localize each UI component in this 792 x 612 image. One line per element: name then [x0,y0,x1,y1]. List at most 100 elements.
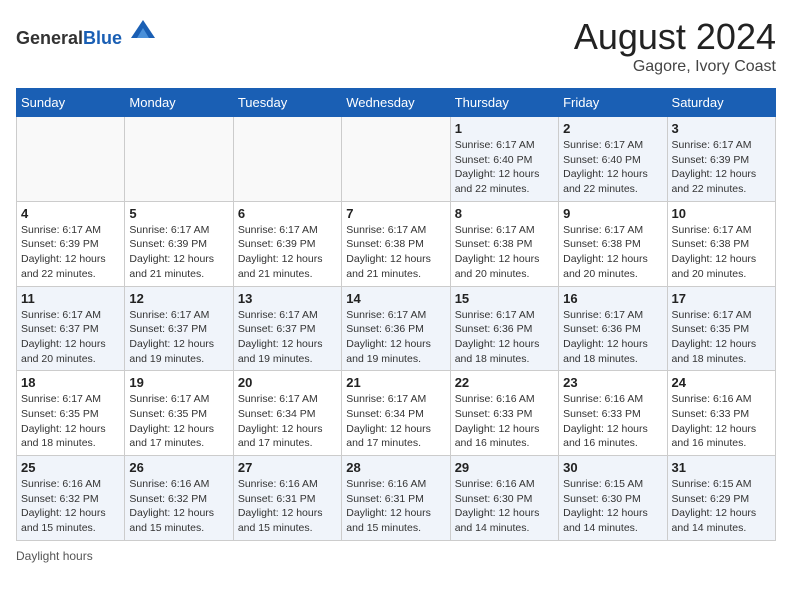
month-year: August 2024 [574,16,776,58]
day-info: Sunrise: 6:17 AM Sunset: 6:40 PM Dayligh… [455,138,554,197]
day-number: 11 [21,291,120,306]
day-info: Sunrise: 6:17 AM Sunset: 6:39 PM Dayligh… [21,223,120,282]
calendar-cell: 8Sunrise: 6:17 AM Sunset: 6:38 PM Daylig… [450,201,558,286]
calendar-cell: 31 Sunrise: 6:15 AM Sunset: 6:29 PM Dayli… [667,456,775,541]
calendar-cell: 9 Sunrise: 6:17 AM Sunset: 6:38 PM Daylig… [559,201,667,286]
day-number: 12 [129,291,228,306]
calendar-cell [233,117,341,202]
day-info: Sunrise: 6:16 AM Sunset: 6:31 PM Dayligh… [346,477,445,536]
day-number: 7 [346,206,445,221]
calendar-cell: 15 Sunrise: 6:17 AM Sunset: 6:36 PM Dayli… [450,286,558,371]
calendar-cell: 27 Sunrise: 6:16 AM Sunset: 6:31 PM Dayli… [233,456,341,541]
day-info: Sunrise: 6:17 AM Sunset: 6:40 PM Dayligh… [563,138,662,197]
calendar-cell: 28 Sunrise: 6:16 AM Sunset: 6:31 PM Dayli… [342,456,450,541]
day-info: Sunrise: 6:17 AM Sunset: 6:34 PM Dayligh… [346,392,445,451]
day-number: 19 [129,375,228,390]
day-header-sunday: Sunday [17,89,125,117]
day-number: 28 [346,460,445,475]
calendar-week-row: 11 Sunrise: 6:17 AM Sunset: 6:37 PM Dayli… [17,286,776,371]
day-number: 20 [238,375,337,390]
calendar-cell: 24Sunrise: 6:16 AM Sunset: 6:33 PM Dayli… [667,371,775,456]
day-number: 21 [346,375,445,390]
day-number: 29 [455,460,554,475]
day-number: 9 [563,206,662,221]
calendar-cell: 2 Sunrise: 6:17 AM Sunset: 6:40 PM Daylig… [559,117,667,202]
day-info: Sunrise: 6:17 AM Sunset: 6:35 PM Dayligh… [21,392,120,451]
day-number: 27 [238,460,337,475]
day-header-friday: Friday [559,89,667,117]
calendar-cell: 4 Sunrise: 6:17 AM Sunset: 6:39 PM Daylig… [17,201,125,286]
calendar-week-row: 25Sunrise: 6:16 AM Sunset: 6:32 PM Dayli… [17,456,776,541]
day-number: 14 [346,291,445,306]
calendar-cell: 16Sunrise: 6:17 AM Sunset: 6:36 PM Dayli… [559,286,667,371]
day-info: Sunrise: 6:17 AM Sunset: 6:37 PM Dayligh… [238,308,337,367]
day-info: Sunrise: 6:17 AM Sunset: 6:39 PM Dayligh… [238,223,337,282]
logo-blue-text: Blue [83,28,122,48]
day-info: Sunrise: 6:17 AM Sunset: 6:39 PM Dayligh… [672,138,771,197]
day-info: Sunrise: 6:16 AM Sunset: 6:31 PM Dayligh… [238,477,337,536]
day-number: 15 [455,291,554,306]
calendar-cell: 14 Sunrise: 6:17 AM Sunset: 6:36 PM Dayli… [342,286,450,371]
calendar-cell: 19Sunrise: 6:17 AM Sunset: 6:35 PM Dayli… [125,371,233,456]
calendar-cell [17,117,125,202]
day-number: 30 [563,460,662,475]
day-info: Sunrise: 6:17 AM Sunset: 6:37 PM Dayligh… [129,308,228,367]
day-number: 23 [563,375,662,390]
day-info: Sunrise: 6:16 AM Sunset: 6:33 PM Dayligh… [455,392,554,451]
day-info: Sunrise: 6:16 AM Sunset: 6:32 PM Dayligh… [129,477,228,536]
logo-general-text: General [16,28,83,48]
day-number: 8 [455,206,554,221]
day-info: Sunrise: 6:16 AM Sunset: 6:33 PM Dayligh… [672,392,771,451]
day-info: Sunrise: 6:15 AM Sunset: 6:29 PM Dayligh… [672,477,771,536]
calendar-cell: 25Sunrise: 6:16 AM Sunset: 6:32 PM Dayli… [17,456,125,541]
calendar-cell: 5Sunrise: 6:17 AM Sunset: 6:39 PM Daylig… [125,201,233,286]
calendar-cell [125,117,233,202]
day-number: 6 [238,206,337,221]
logo: GeneralBlue [16,16,157,49]
day-number: 5 [129,206,228,221]
calendar-cell: 13 Sunrise: 6:17 AM Sunset: 6:37 PM Dayli… [233,286,341,371]
calendar-cell: 17Sunrise: 6:17 AM Sunset: 6:35 PM Dayli… [667,286,775,371]
calendar-cell: 29Sunrise: 6:16 AM Sunset: 6:30 PM Dayli… [450,456,558,541]
day-info: Sunrise: 6:17 AM Sunset: 6:37 PM Dayligh… [21,308,120,367]
day-number: 16 [563,291,662,306]
calendar-cell: 7 Sunrise: 6:17 AM Sunset: 6:38 PM Daylig… [342,201,450,286]
day-info: Sunrise: 6:16 AM Sunset: 6:32 PM Dayligh… [21,477,120,536]
calendar-cell: 3 Sunrise: 6:17 AM Sunset: 6:39 PM Daylig… [667,117,775,202]
day-info: Sunrise: 6:17 AM Sunset: 6:36 PM Dayligh… [346,308,445,367]
calendar-cell: 20 Sunrise: 6:17 AM Sunset: 6:34 PM Dayli… [233,371,341,456]
day-number: 31 [672,460,771,475]
day-number: 22 [455,375,554,390]
day-info: Sunrise: 6:17 AM Sunset: 6:34 PM Dayligh… [238,392,337,451]
day-header-tuesday: Tuesday [233,89,341,117]
location: Gagore, Ivory Coast [574,58,776,76]
day-number: 17 [672,291,771,306]
calendar-week-row: 1Sunrise: 6:17 AM Sunset: 6:40 PM Daylig… [17,117,776,202]
day-header-monday: Monday [125,89,233,117]
calendar: SundayMondayTuesdayWednesdayThursdayFrid… [16,88,776,541]
day-header-thursday: Thursday [450,89,558,117]
day-info: Sunrise: 6:16 AM Sunset: 6:33 PM Dayligh… [563,392,662,451]
day-number: 4 [21,206,120,221]
calendar-cell: 23 Sunrise: 6:16 AM Sunset: 6:33 PM Dayli… [559,371,667,456]
day-number: 13 [238,291,337,306]
calendar-cell [342,117,450,202]
day-number: 18 [21,375,120,390]
title-area: August 2024 Gagore, Ivory Coast [574,16,776,76]
header: GeneralBlue August 2024 Gagore, Ivory Co… [16,16,776,76]
logo-icon [129,16,157,44]
day-number: 26 [129,460,228,475]
day-info: Sunrise: 6:17 AM Sunset: 6:38 PM Dayligh… [346,223,445,282]
day-info: Sunrise: 6:17 AM Sunset: 6:36 PM Dayligh… [455,308,554,367]
calendar-cell: 21 Sunrise: 6:17 AM Sunset: 6:34 PM Dayli… [342,371,450,456]
day-info: Sunrise: 6:17 AM Sunset: 6:38 PM Dayligh… [563,223,662,282]
day-number: 3 [672,121,771,136]
day-number: 2 [563,121,662,136]
calendar-cell: 26 Sunrise: 6:16 AM Sunset: 6:32 PM Dayli… [125,456,233,541]
day-info: Sunrise: 6:17 AM Sunset: 6:38 PM Dayligh… [672,223,771,282]
calendar-cell: 12 Sunrise: 6:17 AM Sunset: 6:37 PM Dayli… [125,286,233,371]
calendar-week-row: 18 Sunrise: 6:17 AM Sunset: 6:35 PM Dayli… [17,371,776,456]
calendar-cell: 1Sunrise: 6:17 AM Sunset: 6:40 PM Daylig… [450,117,558,202]
calendar-cell: 30Sunrise: 6:15 AM Sunset: 6:30 PM Dayli… [559,456,667,541]
calendar-cell: 6 Sunrise: 6:17 AM Sunset: 6:39 PM Daylig… [233,201,341,286]
